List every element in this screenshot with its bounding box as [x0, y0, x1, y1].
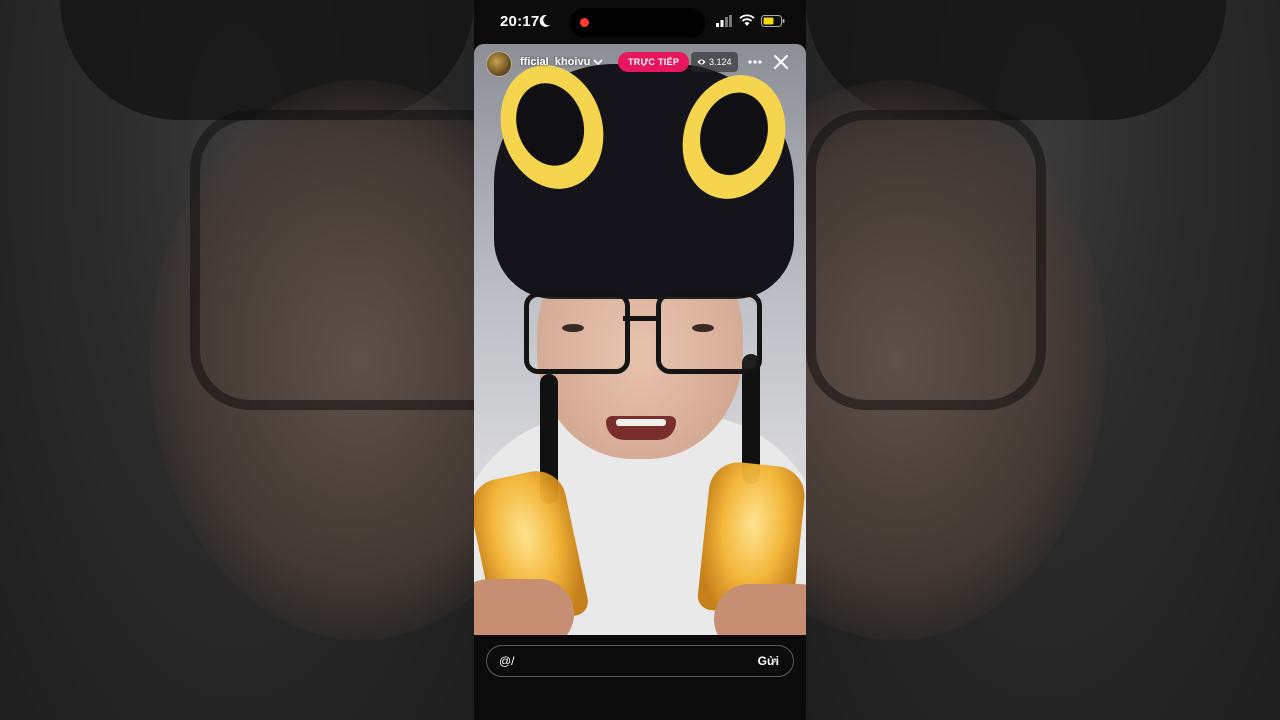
avatar[interactable] [486, 51, 512, 77]
comment-input[interactable]: @/ Gửi [486, 645, 794, 677]
video-glasses-left [524, 292, 630, 374]
status-bar: 20:17 [474, 0, 806, 44]
video-hand-left [474, 579, 574, 635]
dynamic-island [570, 8, 705, 38]
chevron-down-icon[interactable] [592, 56, 604, 68]
send-button[interactable]: Gửi [758, 654, 779, 668]
signal-icon [716, 15, 732, 27]
video-hat-ear-inner [505, 74, 595, 175]
viewer-count: 3.124 [709, 57, 732, 67]
comment-input-value: @/ [499, 654, 515, 668]
video-glasses-right [656, 292, 762, 374]
eye-icon [697, 59, 706, 65]
video-eye-left [562, 324, 584, 332]
live-badge: TRỰC TIẾP [618, 52, 690, 72]
video-eye-right [692, 324, 714, 332]
background-blur-right [686, 0, 1280, 720]
close-icon[interactable] [773, 54, 789, 70]
viewer-count-badge[interactable]: 3.124 [691, 52, 738, 72]
status-time: 20:17 [500, 13, 540, 30]
background-glasses-shape [806, 110, 1046, 410]
comment-bar: @/ Gửi [474, 635, 806, 720]
phone-screen: 20:17 fficial_khoivu TRỰC TIẾP 3.124 @/ … [474, 0, 806, 720]
wifi-icon [739, 14, 755, 26]
moon-icon [539, 14, 550, 27]
battery-icon [761, 15, 785, 27]
live-username[interactable]: fficial_khoivu [520, 56, 596, 68]
video-hand-right [714, 584, 806, 635]
video-glasses-bridge [623, 316, 657, 321]
recording-indicator [580, 18, 589, 27]
video-hat-ear-inner [689, 83, 779, 184]
background-blur-left [0, 0, 570, 720]
more-icon[interactable] [748, 60, 762, 64]
live-header: fficial_khoivu TRỰC TIẾP 3.124 [474, 44, 806, 84]
live-video[interactable] [474, 44, 806, 635]
video-mouth [606, 416, 676, 440]
